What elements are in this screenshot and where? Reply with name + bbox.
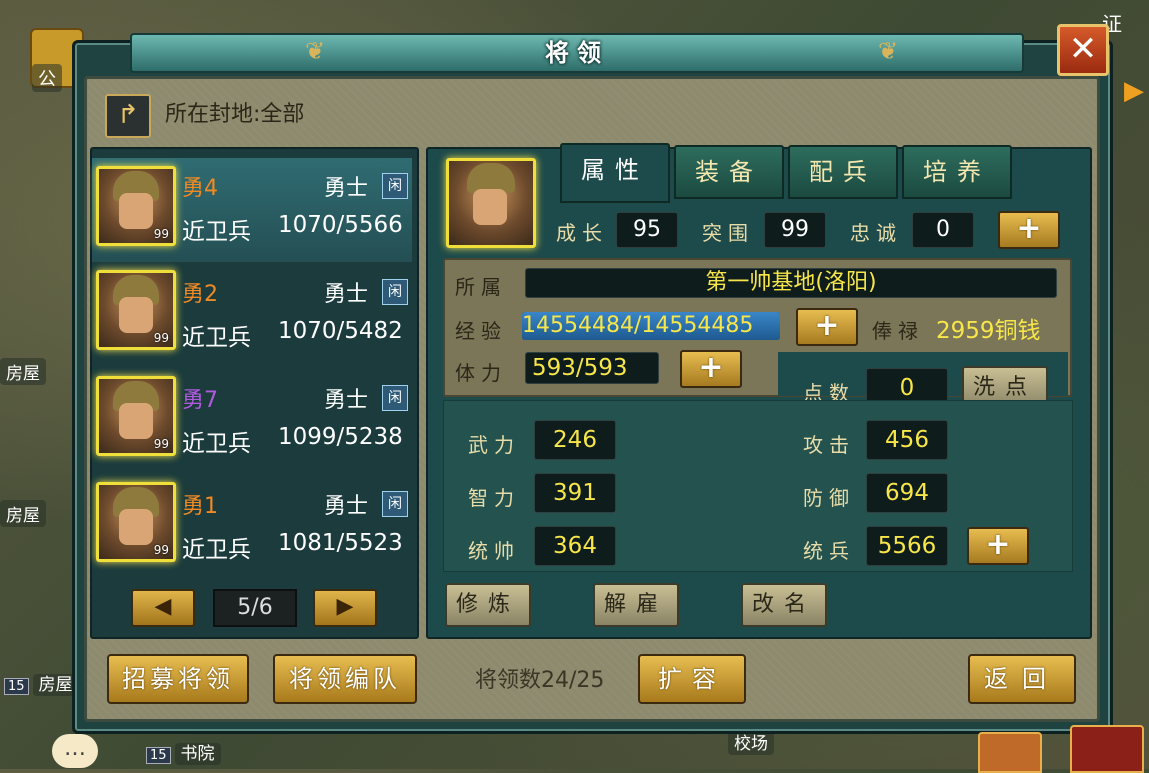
troop-count: 1070/5566 — [278, 212, 403, 238]
general-name: 勇4 — [182, 176, 218, 201]
building-label: 书院 — [174, 743, 221, 765]
exp-bar: 14554484/14554485 — [522, 312, 780, 340]
general-row[interactable]: 99 勇1 勇士 闲 近卫兵 1081/5523 — [92, 476, 412, 580]
territory-filter[interactable]: 所在封地:全部 — [165, 96, 304, 128]
treasure-chest-icon[interactable] — [978, 732, 1042, 773]
idle-status-badge: 闲 — [382, 279, 408, 305]
general-rank: 勇士 — [324, 388, 369, 413]
belong-label: 所属 — [455, 275, 507, 299]
growth-label: 成长 — [556, 221, 608, 245]
idle-status-badge: 闲 — [382, 491, 408, 517]
fangyu-label: 防御 — [803, 486, 855, 510]
zhili-value: 391 — [534, 473, 616, 513]
tab-troops[interactable]: 配兵 — [788, 145, 898, 199]
exp-label: 经验 — [455, 319, 507, 343]
stamina-plus-button[interactable]: + — [680, 350, 742, 388]
breakout-label: 突围 — [702, 221, 754, 245]
train-button[interactable]: 修炼 — [445, 583, 531, 627]
next-page-button[interactable]: ▶ — [313, 589, 377, 627]
general-rank: 勇士 — [324, 282, 369, 307]
growth-value: 95 — [616, 212, 678, 248]
general-row[interactable]: 99 勇4 勇士 闲 近卫兵 1070/5566 — [92, 158, 412, 262]
idle-status-badge: 闲 — [382, 385, 408, 411]
chat-bubble-icon[interactable]: … — [52, 734, 98, 768]
prev-page-button[interactable]: ◀ — [131, 589, 195, 627]
stamina-value: 593/593 — [525, 352, 659, 384]
general-row[interactable]: 99 勇7 勇士 闲 近卫兵 1099/5238 — [92, 370, 412, 474]
loyalty-plus-button[interactable]: + — [998, 211, 1060, 249]
bg-label-house-2: 房屋 — [0, 500, 46, 527]
general-portrait: 99 — [96, 482, 176, 562]
exp-value: 14554484/14554485 — [522, 313, 754, 338]
general-name: 勇7 — [182, 388, 218, 413]
expand-button[interactable]: 扩容 — [638, 654, 746, 704]
bg-label-gong: 公 — [32, 64, 62, 92]
troop-type: 近卫兵 — [182, 537, 251, 563]
arrow-right-icon[interactable]: ▶ — [1124, 76, 1144, 106]
breakout-value: 99 — [764, 212, 826, 248]
troop-type: 近卫兵 — [182, 325, 251, 351]
building-level: 15 — [4, 678, 29, 695]
belong-value: 第一帅基地(洛阳) — [525, 268, 1057, 298]
title-ornament-right-icon: ❦ — [877, 37, 899, 65]
dismiss-button[interactable]: 解雇 — [593, 583, 679, 627]
portrait-level: 99 — [153, 543, 169, 557]
title-ornament-left-icon: ❦ — [304, 37, 326, 65]
portrait-level: 99 — [153, 331, 169, 345]
general-portrait: 99 — [96, 166, 176, 246]
general-formation-button[interactable]: 将领编队 — [273, 654, 417, 704]
general-name: 勇2 — [182, 282, 218, 307]
wuli-label: 武力 — [468, 433, 520, 457]
exp-plus-button[interactable]: + — [796, 308, 858, 346]
zhili-label: 智力 — [468, 486, 520, 510]
general-row[interactable]: 99 勇2 勇士 闲 近卫兵 1070/5482 — [92, 264, 412, 368]
tongbing-plus-button[interactable]: + — [967, 527, 1029, 565]
general-rank: 勇士 — [324, 494, 369, 519]
portrait-level: 99 — [153, 227, 169, 241]
selected-general-portrait — [446, 158, 536, 248]
gongji-value: 456 — [866, 420, 948, 460]
troop-count: 1070/5482 — [278, 318, 403, 344]
fangyu-value: 694 — [866, 473, 948, 513]
general-portrait: 99 — [96, 270, 176, 350]
bg-building-house-3: 15 房屋 — [4, 670, 79, 696]
building-level: 15 — [146, 747, 171, 764]
recruit-general-button[interactable]: 招募将领 — [107, 654, 249, 704]
tongshuai-value: 364 — [534, 526, 616, 566]
tab-equipment[interactable]: 装备 — [674, 145, 784, 199]
wuli-value: 246 — [534, 420, 616, 460]
rename-button[interactable]: 改名 — [741, 583, 827, 627]
gongji-label: 攻击 — [803, 433, 855, 457]
page-indicator: 5/6 — [213, 589, 297, 627]
tab-cultivate[interactable]: 培养 — [902, 145, 1012, 199]
back-arrow-icon[interactable]: ↱ — [105, 94, 151, 138]
troop-type: 近卫兵 — [182, 431, 251, 457]
portrait-level: 99 — [153, 437, 169, 451]
idle-status-badge: 闲 — [382, 173, 408, 199]
close-button[interactable]: ✕ — [1057, 24, 1109, 76]
battle-swords-icon[interactable] — [1070, 725, 1144, 773]
return-button[interactable]: 返回 — [968, 654, 1076, 704]
salary-label: 俸禄 — [872, 319, 924, 343]
tab-attributes[interactable]: 属性 — [560, 143, 670, 203]
loyalty-label: 忠诚 — [850, 221, 902, 245]
general-rank: 勇士 — [324, 176, 369, 201]
loyalty-value: 0 — [912, 212, 974, 248]
general-portrait: 99 — [96, 376, 176, 456]
troop-count: 1099/5238 — [278, 424, 403, 450]
stamina-label: 体力 — [455, 361, 507, 385]
bg-label-house-1: 房屋 — [0, 358, 46, 385]
troop-type: 近卫兵 — [182, 219, 251, 245]
general-name: 勇1 — [182, 494, 218, 519]
salary-value: 2959铜钱 — [936, 318, 1041, 344]
tongshuai-label: 统帅 — [468, 539, 520, 563]
tongbing-label: 统兵 — [803, 539, 855, 563]
bg-building-academy: 15 书院 — [146, 739, 221, 765]
tongbing-value: 5566 — [866, 526, 948, 566]
general-count: 将领数24/25 — [475, 668, 605, 693]
troop-count: 1081/5523 — [278, 530, 403, 556]
